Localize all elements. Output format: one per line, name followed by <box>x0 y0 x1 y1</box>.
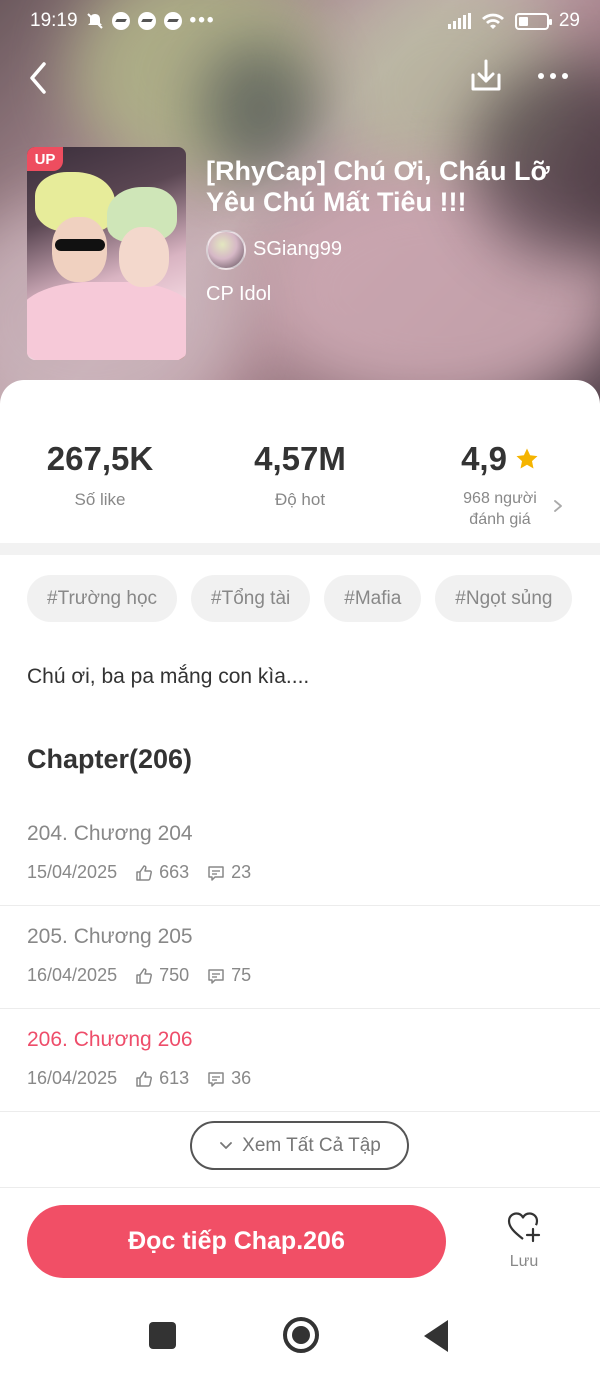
chapter-name: 206. Chương 206 <box>27 1028 193 1051</box>
thumbs-up-icon <box>136 864 153 881</box>
system-navigation-bar <box>0 1295 600 1375</box>
story-category[interactable]: CP Idol <box>206 283 271 306</box>
rating-count-label-2: đánh giá <box>469 511 531 528</box>
chapter-date: 15/04/2025 <box>27 862 118 882</box>
author-avatar[interactable] <box>206 230 246 270</box>
chapter-name: 205. Chương 205 <box>27 925 193 948</box>
rating-count-label: 968 người <box>463 490 537 507</box>
bottom-divider <box>0 1187 600 1188</box>
rating-stat[interactable]: 4,9 968 người đánh giá <box>400 440 600 530</box>
author-name[interactable]: SGiang99 <box>253 238 342 261</box>
home-icon[interactable] <box>283 1317 319 1353</box>
thumbs-up-icon <box>136 967 153 984</box>
star-icon <box>516 448 538 469</box>
chapter-heading: Chapter(206) <box>27 744 193 774</box>
tag-chip[interactable]: #Mafia <box>324 575 422 622</box>
chapter-row[interactable]: 205. Chương 205 16/04/2025 750 75 <box>0 906 600 1009</box>
messenger-icon <box>163 12 182 30</box>
story-title: [RhyCap] Chú Ơi, Cháu Lỡ Yêu Chú Mất Tiê… <box>206 156 550 217</box>
system-back-icon[interactable] <box>424 1320 448 1352</box>
chapter-date: 16/04/2025 <box>27 965 118 985</box>
chapter-likes: 613 <box>159 1068 190 1088</box>
chapter-likes: 663 <box>159 862 190 882</box>
hot-value: 4,57M <box>254 440 346 477</box>
download-icon[interactable] <box>467 57 505 95</box>
continue-reading-button[interactable]: Đọc tiếp Chap.206 <box>27 1205 446 1278</box>
status-bar: 19:19 ••• 29 <box>0 0 600 44</box>
signal-icon <box>447 13 471 29</box>
up-badge: UP <box>27 147 63 171</box>
hot-label: Độ hot <box>274 490 326 509</box>
tag-list: #Trường học #Tổng tài #Mafia #Ngọt sủng <box>27 575 573 622</box>
recent-apps-icon[interactable] <box>149 1322 176 1349</box>
likes-label: Số like <box>74 490 126 509</box>
thumbs-up-icon <box>136 1070 153 1087</box>
back-arrow-icon[interactable] <box>22 58 58 98</box>
battery-icon <box>514 12 552 30</box>
messenger-icon <box>111 12 130 30</box>
chapter-comments: 23 <box>231 862 252 882</box>
more-options-icon[interactable] <box>534 60 572 92</box>
chapter-comments: 36 <box>231 1068 252 1088</box>
mute-bell-icon <box>86 13 103 29</box>
see-all-label: Xem Tất Cả Tập <box>242 1134 381 1156</box>
synopsis[interactable]: Chú ơi, ba pa mắng con kìa.... <box>27 665 309 689</box>
chapter-row-current[interactable]: 206. Chương 206 16/04/2025 613 36 <box>0 1009 600 1112</box>
chevron-right-icon[interactable] <box>552 498 564 514</box>
comment-icon <box>208 968 224 984</box>
hot-stat: 4,57M Độ hot <box>200 440 400 510</box>
see-all-chapters-button[interactable]: Xem Tất Cả Tập <box>190 1121 409 1170</box>
chapter-name: 204. Chương 204 <box>27 822 193 845</box>
rating-value: 4,9 <box>461 440 507 477</box>
chapter-date: 16/04/2025 <box>27 1068 118 1088</box>
battery-level: 29 <box>558 10 580 31</box>
messenger-icon <box>137 12 156 30</box>
comment-icon <box>208 865 224 881</box>
section-divider <box>0 543 600 555</box>
tag-chip[interactable]: #Tổng tài <box>191 575 311 622</box>
cover-image <box>27 147 186 360</box>
more-notifications-icon: ••• <box>189 10 216 31</box>
status-time: 19:19 <box>30 10 78 31</box>
save-label: Lưu <box>509 1253 539 1270</box>
chevron-down-icon <box>220 1141 233 1149</box>
tag-chip[interactable]: #Ngọt sủng <box>435 575 573 622</box>
chapter-comments: 75 <box>231 965 252 985</box>
chapter-row[interactable]: 204. Chương 204 15/04/2025 663 23 <box>0 803 600 906</box>
likes-value: 267,5K <box>46 440 154 477</box>
heart-plus-icon <box>507 1212 541 1243</box>
comment-icon <box>208 1071 224 1087</box>
wifi-icon <box>481 13 504 29</box>
save-button[interactable]: Lưu <box>496 1210 552 1278</box>
tag-chip[interactable]: #Trường học <box>27 575 178 622</box>
likes-stat: 267,5K Số like <box>0 440 200 510</box>
chapter-likes: 750 <box>159 965 190 985</box>
